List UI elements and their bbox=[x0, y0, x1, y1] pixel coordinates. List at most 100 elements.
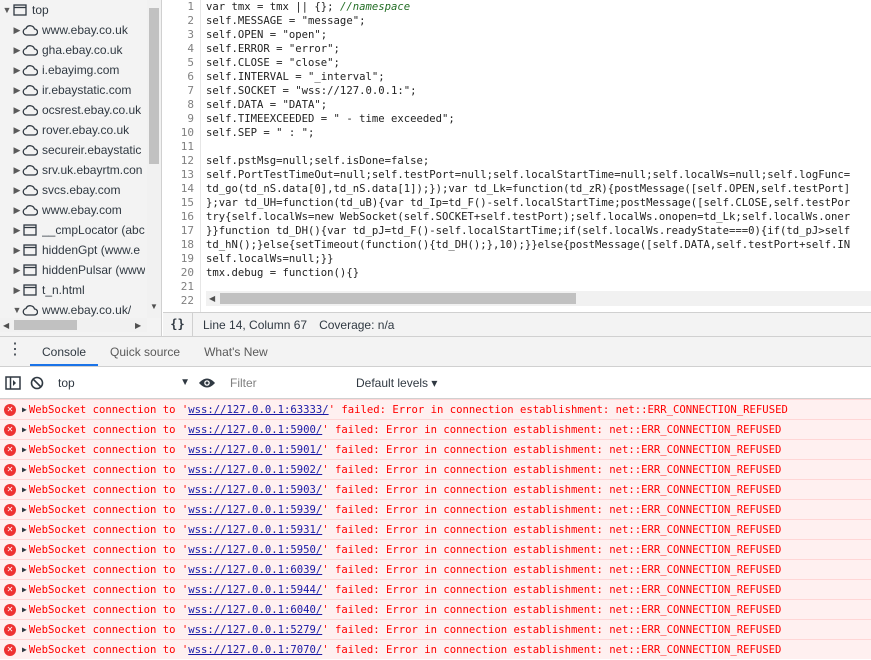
console-error-message[interactable]: ✕ ▶ WebSocket connection to ' wss://127.0.0… bbox=[0, 639, 871, 659]
expand-arrow-right-icon[interactable]: ▶ bbox=[12, 265, 22, 276]
websocket-url-link[interactable]: wss://127.0.0.1:63333/ bbox=[188, 404, 328, 416]
console-error-message[interactable]: ✕ ▶ WebSocket connection to ' wss://127.0.0… bbox=[0, 419, 871, 439]
line-number[interactable]: 11 bbox=[163, 140, 194, 154]
websocket-url-link[interactable]: wss://127.0.0.1:5279/ bbox=[188, 624, 322, 636]
sidebar-hscroll-thumb[interactable] bbox=[14, 320, 77, 330]
clear-console-icon[interactable] bbox=[26, 372, 48, 394]
expand-arrow-right-icon[interactable]: ▶ bbox=[22, 405, 27, 414]
tree-item[interactable]: ▶ hiddenPulsar (www bbox=[0, 260, 147, 280]
line-number[interactable]: 22 bbox=[163, 294, 194, 308]
expand-arrow-right-icon[interactable]: ▶ bbox=[12, 285, 22, 296]
code-line[interactable]: self.TIMEEXCEEDED = " - time exceeded"; bbox=[206, 112, 455, 126]
tree-item[interactable]: ▶ i.ebayimg.com bbox=[0, 60, 147, 80]
scroll-right-arrow-icon[interactable]: ▶ bbox=[135, 321, 141, 330]
expand-arrow-right-icon[interactable]: ▶ bbox=[22, 625, 27, 634]
code-editor[interactable]: 1 2 3 4 5 6 7 8 9 10 11 12 13 14 15 16 17 18 19 20 21 22 var … bbox=[163, 0, 871, 312]
expand-arrow-right-icon[interactable]: ▶ bbox=[22, 585, 27, 594]
sidebar-vertical-scrollbar[interactable]: ▼ bbox=[147, 0, 161, 318]
expand-arrow-down-icon[interactable]: ▼ bbox=[12, 305, 22, 315]
line-number[interactable]: 13 bbox=[163, 168, 194, 182]
context-selector[interactable]: top ▼ bbox=[54, 372, 194, 394]
code-line[interactable]: self.INTERVAL = "_interval"; bbox=[206, 70, 385, 84]
tree-item[interactable]: ▶ www.ebay.co.uk bbox=[0, 20, 147, 40]
line-number[interactable]: 7 bbox=[163, 84, 194, 98]
tree-item[interactable]: ▶ ocsrest.ebay.co.uk bbox=[0, 100, 147, 120]
tree-item[interactable]: ▼ www.ebay.co.uk/ bbox=[0, 300, 147, 320]
console-error-message[interactable]: ✕ ▶ WebSocket connection to ' wss://127.0.0… bbox=[0, 539, 871, 559]
websocket-url-link[interactable]: wss://127.0.0.1:6039/ bbox=[188, 564, 322, 576]
live-expression-eye-icon[interactable] bbox=[196, 372, 218, 394]
console-error-message[interactable]: ✕ ▶ WebSocket connection to ' wss://127.0.0… bbox=[0, 599, 871, 619]
sidebar-scroll-thumb[interactable] bbox=[149, 8, 159, 164]
websocket-url-link[interactable]: wss://127.0.0.1:5950/ bbox=[188, 544, 322, 556]
code-line[interactable]: try{self.localWs=new WebSocket(self.SOCK… bbox=[206, 210, 850, 224]
websocket-url-link[interactable]: wss://127.0.0.1:5900/ bbox=[188, 424, 322, 436]
console-error-message[interactable]: ✕ ▶ WebSocket connection to ' wss://127.0.0… bbox=[0, 519, 871, 539]
expand-arrow-right-icon[interactable]: ▶ bbox=[22, 565, 27, 574]
line-number[interactable]: 10 bbox=[163, 126, 194, 140]
console-error-message[interactable]: ✕ ▶ WebSocket connection to ' wss://127.0.0… bbox=[0, 479, 871, 499]
expand-arrow-right-icon[interactable]: ▶ bbox=[12, 225, 22, 236]
console-error-message[interactable]: ✕ ▶ WebSocket connection to ' wss://127.0.0… bbox=[0, 459, 871, 479]
code-line[interactable]: self.OPEN = "open"; bbox=[206, 28, 327, 42]
tab-console[interactable]: Console bbox=[30, 337, 99, 366]
sidebar-horizontal-scrollbar[interactable]: ◀ ▶ bbox=[0, 318, 147, 332]
websocket-url-link[interactable]: wss://127.0.0.1:5939/ bbox=[188, 504, 322, 516]
expand-arrow-right-icon[interactable]: ▶ bbox=[22, 545, 27, 554]
expand-arrow-right-icon[interactable]: ▶ bbox=[12, 245, 22, 256]
expand-arrow-right-icon[interactable]: ▶ bbox=[12, 105, 22, 116]
line-number[interactable]: 4 bbox=[163, 42, 194, 56]
tree-item[interactable]: ▶ svcs.ebay.com bbox=[0, 180, 147, 200]
tab-quick-source[interactable]: Quick source bbox=[98, 337, 192, 366]
log-levels-dropdown[interactable]: Default levels ▾ bbox=[356, 376, 437, 390]
line-number[interactable]: 1 bbox=[163, 0, 194, 14]
code-line[interactable]: var tmx = tmx || {}; //namespace bbox=[206, 0, 410, 14]
console-error-message[interactable]: ✕ ▶ WebSocket connection to ' wss://127.0.0… bbox=[0, 499, 871, 519]
line-number[interactable]: 16 bbox=[163, 210, 194, 224]
code-line[interactable]: self.ERROR = "error"; bbox=[206, 42, 340, 56]
tree-item[interactable]: ▼ top bbox=[0, 0, 147, 20]
expand-arrow-right-icon[interactable]: ▶ bbox=[22, 425, 27, 434]
expand-arrow-right-icon[interactable]: ▶ bbox=[22, 505, 27, 514]
line-number[interactable]: 14 bbox=[163, 182, 194, 196]
console-error-message[interactable]: ✕ ▶ WebSocket connection to ' wss://127.0.0… bbox=[0, 439, 871, 459]
websocket-url-link[interactable]: wss://127.0.0.1:5903/ bbox=[188, 484, 322, 496]
line-number[interactable]: 5 bbox=[163, 56, 194, 70]
scroll-down-arrow-icon[interactable]: ▼ bbox=[150, 302, 158, 311]
expand-arrow-right-icon[interactable]: ▶ bbox=[12, 45, 22, 56]
expand-arrow-right-icon[interactable]: ▶ bbox=[22, 465, 27, 474]
expand-arrow-right-icon[interactable]: ▶ bbox=[22, 485, 27, 494]
expand-arrow-right-icon[interactable]: ▶ bbox=[22, 525, 27, 534]
code-line[interactable]: td_hN();}else{setTimeout(function(){td_D… bbox=[206, 238, 850, 252]
pretty-print-button[interactable]: {} bbox=[163, 312, 193, 337]
expand-arrow-right-icon[interactable]: ▶ bbox=[22, 605, 27, 614]
tab-what-s-new[interactable]: What's New bbox=[192, 337, 280, 366]
editor-horizontal-scrollbar[interactable]: ◀ bbox=[206, 291, 871, 306]
line-number[interactable]: 20 bbox=[163, 266, 194, 280]
tree-item[interactable]: ▶ srv.uk.ebayrtm.con bbox=[0, 160, 147, 180]
expand-arrow-right-icon[interactable]: ▶ bbox=[22, 445, 27, 454]
drawer-menu-icon[interactable]: ⋮ bbox=[0, 337, 30, 366]
line-number[interactable]: 21 bbox=[163, 280, 194, 294]
scroll-left-arrow-icon[interactable]: ◀ bbox=[3, 321, 9, 330]
expand-arrow-right-icon[interactable]: ▶ bbox=[12, 85, 22, 96]
code-line[interactable]: self.pstMsg=null;self.isDone=false; bbox=[206, 154, 429, 168]
code-line[interactable]: }}function td_DH(){var td_pJ=td_F()-self… bbox=[206, 224, 850, 238]
show-sidebar-icon[interactable] bbox=[2, 372, 24, 394]
console-error-message[interactable]: ✕ ▶ WebSocket connection to ' wss://127.0.0… bbox=[0, 399, 871, 419]
expand-arrow-right-icon[interactable]: ▶ bbox=[12, 185, 22, 196]
tree-item[interactable]: ▶ secureir.ebaystatic bbox=[0, 140, 147, 160]
console-error-message[interactable]: ✕ ▶ WebSocket connection to ' wss://127.0.0… bbox=[0, 579, 871, 599]
code-line[interactable]: self.CLOSE = "close"; bbox=[206, 56, 340, 70]
websocket-url-link[interactable]: wss://127.0.0.1:5902/ bbox=[188, 464, 322, 476]
code-line[interactable]: self.MESSAGE = "message"; bbox=[206, 14, 365, 28]
expand-arrow-right-icon[interactable]: ▶ bbox=[12, 145, 22, 156]
tree-item[interactable]: ▶ hiddenGpt (www.e bbox=[0, 240, 147, 260]
line-number[interactable]: 19 bbox=[163, 252, 194, 266]
websocket-url-link[interactable]: wss://127.0.0.1:7070/ bbox=[188, 644, 322, 656]
expand-arrow-right-icon[interactable]: ▶ bbox=[22, 645, 27, 654]
tree-item[interactable]: ▶ __cmpLocator (abc bbox=[0, 220, 147, 240]
line-number[interactable]: 12 bbox=[163, 154, 194, 168]
line-number[interactable]: 15 bbox=[163, 196, 194, 210]
expand-arrow-down-icon[interactable]: ▼ bbox=[2, 5, 12, 15]
